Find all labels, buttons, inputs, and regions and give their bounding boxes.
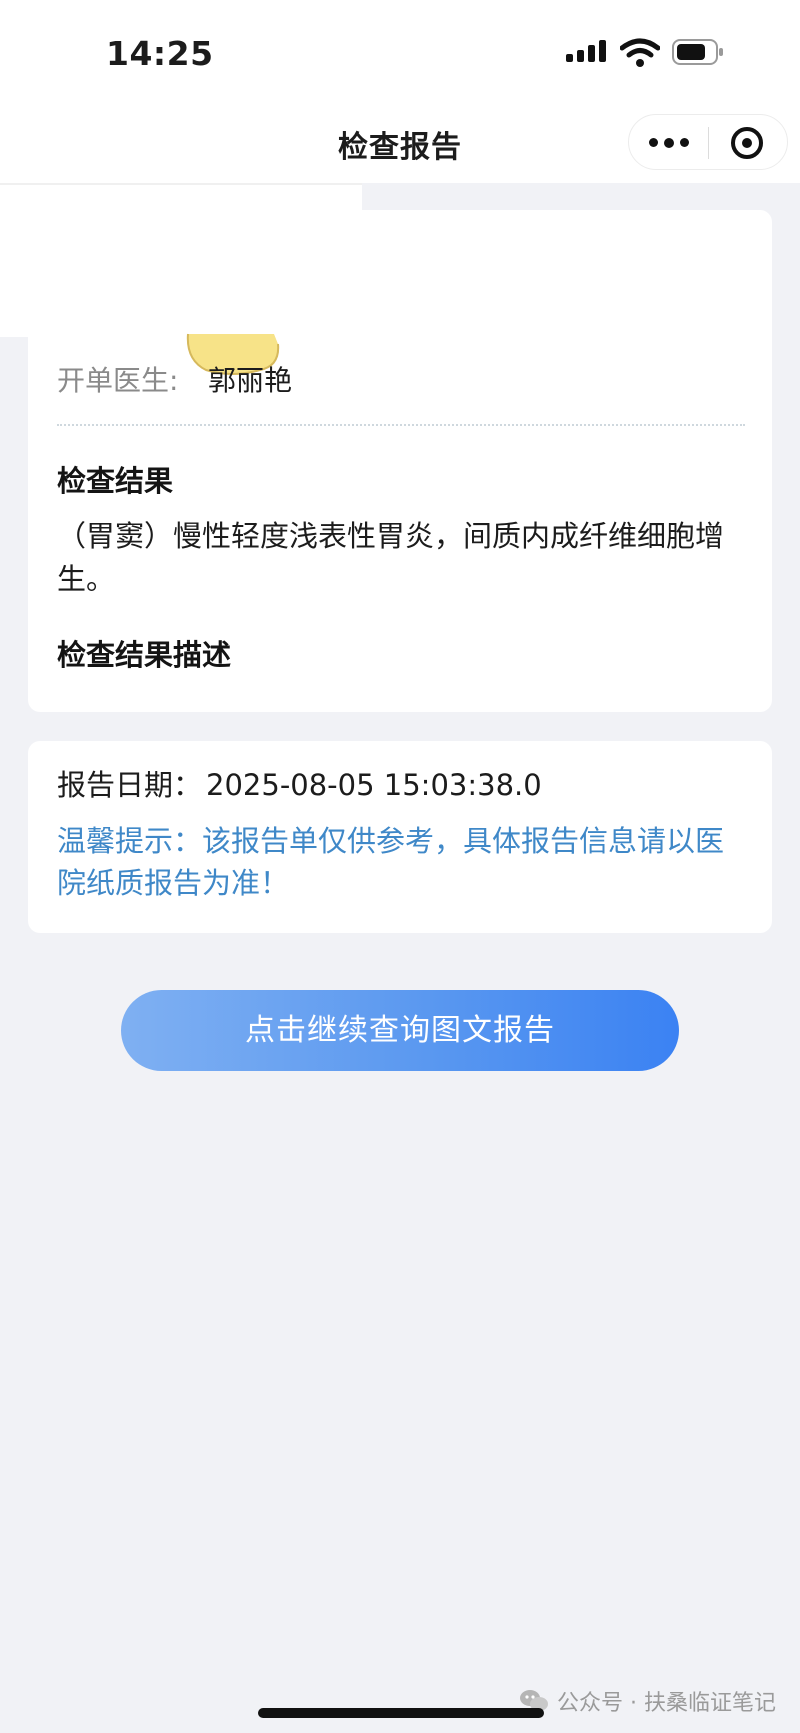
report-date: 报告日期： 2025-08-05 15:03:38.0 — [57, 762, 542, 804]
doctor-value: 郭丽艳 — [208, 364, 293, 397]
watermark-text: 公众号 · 扶桑临证笔记 — [557, 1691, 776, 1716]
status-bar: 14:25 — [0, 0, 800, 100]
report-date-label: 报告日期： — [57, 768, 203, 802]
divider — [57, 424, 745, 426]
watermark: 公众号 · 扶桑临证笔记 — [519, 1685, 776, 1717]
capsule-divider — [708, 127, 709, 159]
redaction-overlay — [0, 183, 362, 337]
nav-bar: 检查报告 — [0, 100, 800, 183]
mini-program-capsule — [628, 114, 788, 170]
battery-icon — [672, 39, 723, 65]
more-dots-icon[interactable] — [647, 133, 691, 153]
continue-query-button[interactable]: 点击继续查询图文报告 — [121, 990, 679, 1071]
status-time: 14:25 — [106, 34, 214, 73]
tip-text: 温馨提示：该报告单仅供参考，具体报告信息请以医院纸质报告为准！ — [57, 824, 725, 900]
signal-icon — [566, 40, 608, 68]
result-text: （胃窦）慢性轻度浅表性胃炎，间质内成纤维细胞增生。 — [57, 519, 725, 596]
target-circle-icon[interactable] — [731, 127, 763, 159]
home-indicator — [258, 1708, 544, 1718]
wifi-icon — [620, 38, 660, 67]
report-date-value: 2025-08-05 15:03:38.0 — [206, 768, 542, 802]
description-heading: 检查结果描述 — [57, 638, 232, 672]
doctor-label: 开单医生: — [57, 364, 179, 397]
result-heading: 检查结果 — [57, 464, 174, 498]
